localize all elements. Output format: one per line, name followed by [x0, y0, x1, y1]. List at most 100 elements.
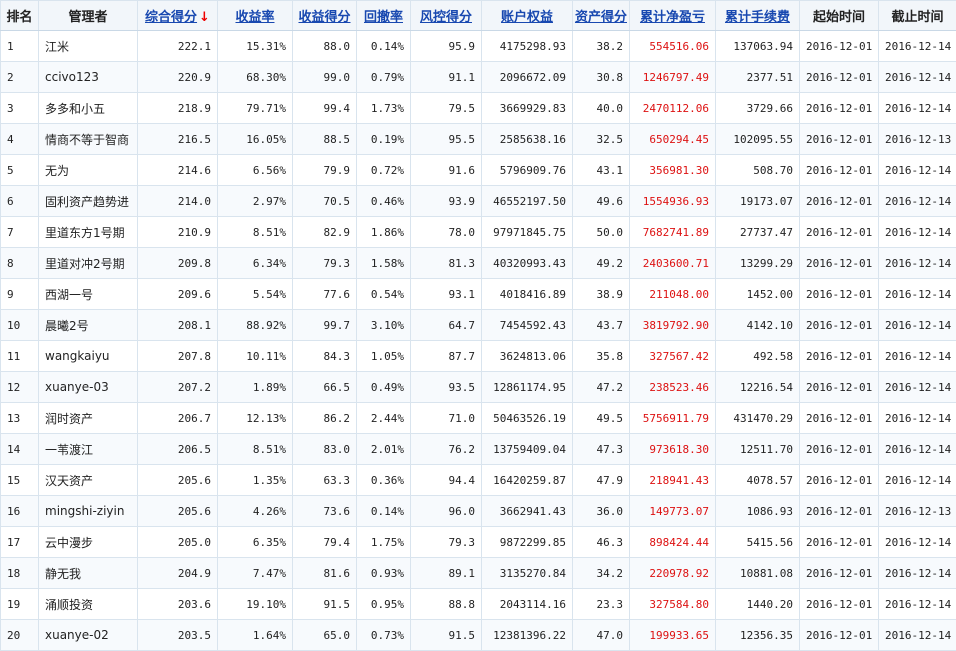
drawdown-cell: 0.19% — [357, 124, 411, 155]
end-date-cell: 2016-12-14 — [879, 403, 956, 434]
equity-cell: 7454592.43 — [482, 310, 573, 341]
return-score-cell: 84.3 — [293, 341, 357, 372]
start-date-cell: 2016-12-01 — [800, 341, 879, 372]
equity-cell: 12861174.95 — [482, 372, 573, 403]
sort-asset-score-link[interactable]: 资产得分 — [575, 10, 627, 25]
return-score-cell: 99.4 — [293, 93, 357, 124]
drawdown-cell: 1.05% — [357, 341, 411, 372]
net-pnl-cell: 2470112.06 — [630, 93, 716, 124]
header-risk-score[interactable]: 风控得分 — [411, 1, 482, 31]
header-drawdown[interactable]: 回撤率 — [357, 1, 411, 31]
total-score-cell: 209.6 — [138, 279, 218, 310]
return-rate-cell: 16.05% — [218, 124, 293, 155]
equity-cell: 4175298.93 — [482, 31, 573, 62]
asset-score-cell: 47.3 — [573, 434, 630, 465]
equity-cell: 5796909.76 — [482, 155, 573, 186]
start-date-cell: 2016-12-01 — [800, 279, 879, 310]
sort-return-rate-link[interactable]: 收益率 — [235, 10, 274, 25]
return-score-cell: 73.6 — [293, 496, 357, 527]
risk-score-cell: 88.8 — [411, 589, 482, 620]
table-row: 17云中漫步205.06.35%79.41.75%79.39872299.854… — [1, 527, 956, 558]
header-fees[interactable]: 累计手续费 — [716, 1, 800, 31]
return-rate-cell: 6.35% — [218, 527, 293, 558]
asset-score-cell: 23.3 — [573, 589, 630, 620]
drawdown-cell: 1.86% — [357, 217, 411, 248]
end-date-cell: 2016-12-14 — [879, 558, 956, 589]
sort-total-score-link[interactable]: 综合得分 — [145, 10, 197, 25]
table-row: 20xuanye-02203.51.64%65.00.73%91.5123813… — [1, 620, 956, 651]
end-date-cell: 2016-12-14 — [879, 310, 956, 341]
asset-score-cell: 32.5 — [573, 124, 630, 155]
asset-score-cell: 36.0 — [573, 496, 630, 527]
net-pnl-cell: 356981.30 — [630, 155, 716, 186]
fees-cell: 1452.00 — [716, 279, 800, 310]
sort-net-pnl-link[interactable]: 累计净盈亏 — [640, 10, 705, 25]
total-score-cell: 214.6 — [138, 155, 218, 186]
risk-score-cell: 91.1 — [411, 62, 482, 93]
end-date-cell: 2016-12-14 — [879, 620, 956, 651]
start-date-cell: 2016-12-01 — [800, 124, 879, 155]
asset-score-cell: 47.0 — [573, 620, 630, 651]
fees-cell: 4142.10 — [716, 310, 800, 341]
ranking-table: 排名 管理者 综合得分↓ 收益率 收益得分 回撤率 风控得分 账户权益 资产得分… — [0, 0, 956, 651]
header-rank: 排名 — [1, 1, 39, 31]
start-date-cell: 2016-12-01 — [800, 155, 879, 186]
header-equity[interactable]: 账户权益 — [482, 1, 573, 31]
fees-cell: 10881.08 — [716, 558, 800, 589]
header-return-rate[interactable]: 收益率 — [218, 1, 293, 31]
end-date-cell: 2016-12-14 — [879, 434, 956, 465]
rank-cell: 11 — [1, 341, 39, 372]
rank-cell: 1 — [1, 31, 39, 62]
return-rate-cell: 12.13% — [218, 403, 293, 434]
manager-name-cell: 涌顺投资 — [39, 589, 138, 620]
risk-score-cell: 91.5 — [411, 620, 482, 651]
net-pnl-cell: 973618.30 — [630, 434, 716, 465]
total-score-cell: 220.9 — [138, 62, 218, 93]
equity-cell: 97971845.75 — [482, 217, 573, 248]
start-date-cell: 2016-12-01 — [800, 310, 879, 341]
return-score-cell: 79.9 — [293, 155, 357, 186]
sort-equity-link[interactable]: 账户权益 — [501, 10, 553, 25]
drawdown-cell: 0.54% — [357, 279, 411, 310]
equity-cell: 13759409.04 — [482, 434, 573, 465]
manager-name-cell: wangkaiyu — [39, 341, 138, 372]
start-date-cell: 2016-12-01 — [800, 589, 879, 620]
asset-score-cell: 40.0 — [573, 93, 630, 124]
risk-score-cell: 96.0 — [411, 496, 482, 527]
end-date-cell: 2016-12-14 — [879, 589, 956, 620]
return-score-cell: 99.0 — [293, 62, 357, 93]
net-pnl-cell: 2403600.71 — [630, 248, 716, 279]
return-score-cell: 91.5 — [293, 589, 357, 620]
equity-cell: 3624813.06 — [482, 341, 573, 372]
end-date-cell: 2016-12-14 — [879, 248, 956, 279]
risk-score-cell: 79.3 — [411, 527, 482, 558]
drawdown-cell: 3.10% — [357, 310, 411, 341]
risk-score-cell: 76.2 — [411, 434, 482, 465]
table-row: 5无为214.66.56%79.90.72%91.65796909.7643.1… — [1, 155, 956, 186]
start-date-cell: 2016-12-01 — [800, 93, 879, 124]
manager-name-cell: 云中漫步 — [39, 527, 138, 558]
equity-cell: 2585638.16 — [482, 124, 573, 155]
sort-fees-link[interactable]: 累计手续费 — [725, 10, 790, 25]
rank-cell: 13 — [1, 403, 39, 434]
manager-name-cell: 无为 — [39, 155, 138, 186]
header-return-score[interactable]: 收益得分 — [293, 1, 357, 31]
fees-cell: 1440.20 — [716, 589, 800, 620]
header-start: 起始时间 — [800, 1, 879, 31]
net-pnl-cell: 238523.46 — [630, 372, 716, 403]
table-row: 4情商不等于智商216.516.05%88.50.19%95.52585638.… — [1, 124, 956, 155]
fees-cell: 3729.66 — [716, 93, 800, 124]
sort-return-score-link[interactable]: 收益得分 — [298, 10, 350, 25]
total-score-cell: 206.5 — [138, 434, 218, 465]
header-total-score[interactable]: 综合得分↓ — [138, 1, 218, 31]
fees-cell: 492.58 — [716, 341, 800, 372]
header-asset-score[interactable]: 资产得分 — [573, 1, 630, 31]
sort-risk-score-link[interactable]: 风控得分 — [420, 10, 472, 25]
rank-cell: 15 — [1, 465, 39, 496]
drawdown-cell: 1.75% — [357, 527, 411, 558]
sort-drawdown-link[interactable]: 回撤率 — [364, 10, 403, 25]
net-pnl-cell: 650294.45 — [630, 124, 716, 155]
rank-cell: 19 — [1, 589, 39, 620]
header-net-pnl[interactable]: 累计净盈亏 — [630, 1, 716, 31]
total-score-cell: 209.8 — [138, 248, 218, 279]
